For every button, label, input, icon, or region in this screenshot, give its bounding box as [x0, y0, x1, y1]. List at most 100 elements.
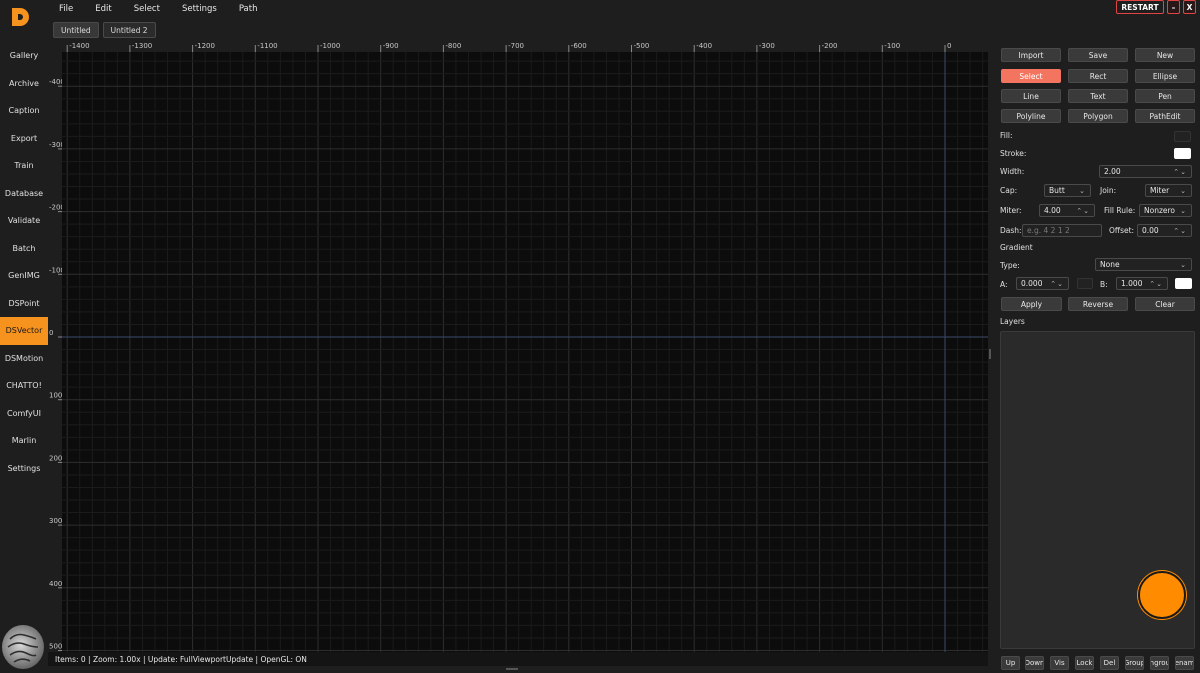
- gradient-type-select[interactable]: None ⌄: [1095, 258, 1192, 271]
- menu-edit[interactable]: Edit: [84, 0, 122, 18]
- resize-handle[interactable]: [506, 668, 518, 670]
- width-label: Width:: [1000, 167, 1025, 176]
- layer-lock-button[interactable]: Lock: [1075, 656, 1094, 670]
- gradient-type-label: Type:: [1000, 261, 1020, 270]
- polygon-tool-button[interactable]: Polygon: [1068, 109, 1128, 123]
- select-tool-button[interactable]: Select: [1001, 69, 1061, 83]
- layer-group-button[interactable]: Group: [1125, 656, 1144, 670]
- import-button[interactable]: Import: [1001, 48, 1061, 62]
- minimize-button[interactable]: –: [1167, 0, 1180, 14]
- polyline-tool-button[interactable]: Polyline: [1001, 109, 1061, 123]
- app-logo-icon: [12, 8, 29, 26]
- ruler-label: -400: [696, 42, 712, 50]
- width-value: 2.00: [1104, 167, 1121, 176]
- layer-ungroup-button[interactable]: Ungroup: [1150, 656, 1169, 670]
- sidebar-item-gallery[interactable]: Gallery: [0, 42, 48, 70]
- sidebar-item-archive[interactable]: Archive: [0, 70, 48, 98]
- sidebar-item-batch[interactable]: Batch: [0, 235, 48, 263]
- menu-settings[interactable]: Settings: [171, 0, 228, 18]
- gradient-a-spinbox[interactable]: 0.000 ⌃⌄: [1016, 277, 1069, 290]
- sidebar-item-export[interactable]: Export: [0, 125, 48, 153]
- gradient-b-color-swatch[interactable]: [1175, 278, 1192, 289]
- vector-canvas[interactable]: [62, 52, 988, 652]
- cap-select[interactable]: Butt ⌄: [1044, 184, 1091, 197]
- gradient-a-label: A:: [1000, 280, 1008, 289]
- pathedit-tool-button[interactable]: PathEdit: [1135, 109, 1195, 123]
- layer-down-button[interactable]: Down: [1025, 656, 1044, 670]
- rect-tool-button[interactable]: Rect: [1068, 69, 1128, 83]
- tab-untitled-2[interactable]: Untitled 2: [102, 22, 156, 38]
- sidebar-item-marlin[interactable]: Marlin: [0, 427, 48, 455]
- stroke-color-swatch[interactable]: [1174, 148, 1191, 159]
- layer-rename-button[interactable]: Rename: [1175, 656, 1194, 670]
- ruler-label: -1100: [257, 42, 277, 50]
- join-label: Join:: [1100, 186, 1117, 195]
- menu-file[interactable]: File: [48, 0, 84, 18]
- spin-arrows-icon: ⌃⌄: [1149, 279, 1163, 288]
- menu-path[interactable]: Path: [228, 0, 269, 18]
- ruler-label: -600: [571, 42, 587, 50]
- cap-value: Butt: [1049, 186, 1065, 195]
- pen-tool-button[interactable]: Pen: [1135, 89, 1195, 103]
- ruler-label: -400: [49, 78, 62, 86]
- gradient-reverse-button[interactable]: Reverse: [1068, 297, 1128, 311]
- menu-select[interactable]: Select: [123, 0, 171, 18]
- ruler-label: -1200: [195, 42, 215, 50]
- sidebar-item-dsmotion[interactable]: DSMotion: [0, 345, 48, 373]
- ruler-label: 0: [49, 329, 53, 337]
- fill-label: Fill:: [1000, 131, 1013, 140]
- dash-placeholder: e.g. 4 2 1 2: [1027, 226, 1070, 235]
- sidebar-item-validate[interactable]: Validate: [0, 207, 48, 235]
- gradient-clear-button[interactable]: Clear: [1135, 297, 1195, 311]
- panel-splitter[interactable]: [989, 349, 991, 359]
- new-button[interactable]: New: [1135, 48, 1195, 62]
- ruler-vertical: -400 -300 -200 -100 0 100 200 300 400 500: [49, 78, 62, 651]
- sidebar-item-train[interactable]: Train: [0, 152, 48, 180]
- restart-button[interactable]: RESTART: [1116, 0, 1164, 14]
- chevron-down-icon: ⌄: [1180, 260, 1187, 269]
- layer-visibility-button[interactable]: Vis: [1050, 656, 1069, 670]
- width-spinbox[interactable]: 2.00 ⌃⌄: [1099, 165, 1192, 178]
- dash-input[interactable]: e.g. 4 2 1 2: [1022, 224, 1102, 237]
- layer-up-button[interactable]: Up: [1001, 656, 1020, 670]
- sidebar-item-database[interactable]: Database: [0, 180, 48, 208]
- floating-action-button[interactable]: [1138, 571, 1186, 619]
- dash-label: Dash:: [1000, 226, 1022, 235]
- ruler-label: 100: [49, 392, 62, 400]
- join-select[interactable]: Miter ⌄: [1145, 184, 1192, 197]
- fill-rule-select[interactable]: Nonzero ⌄: [1139, 204, 1192, 217]
- sidebar-item-comfyui[interactable]: ComfyUI: [0, 400, 48, 428]
- chevron-down-icon: ⌄: [1180, 206, 1187, 215]
- avatar-texture-icon: [7, 633, 39, 663]
- ruler-label: -1000: [320, 42, 340, 50]
- ruler-label: -200: [822, 42, 838, 50]
- sidebar-item-settings[interactable]: Settings: [0, 455, 48, 483]
- text-tool-button[interactable]: Text: [1068, 89, 1128, 103]
- ellipse-tool-button[interactable]: Ellipse: [1135, 69, 1195, 83]
- sidebar-item-genimg[interactable]: GenIMG: [0, 262, 48, 290]
- gradient-b-value: 1.000: [1121, 279, 1143, 288]
- line-tool-button[interactable]: Line: [1001, 89, 1061, 103]
- sidebar-item-caption[interactable]: Caption: [0, 97, 48, 125]
- sidebar-item-dsvector[interactable]: DSVector: [0, 317, 48, 345]
- fill-color-swatch[interactable]: [1174, 131, 1191, 142]
- ruler-label: 200: [49, 454, 62, 462]
- sidebar-item-chatto[interactable]: CHATTO!: [0, 372, 48, 400]
- sidebar-item-dspoint[interactable]: DSPoint: [0, 290, 48, 318]
- avatar[interactable]: [2, 625, 44, 669]
- gradient-apply-button[interactable]: Apply: [1001, 297, 1062, 311]
- menu-bar: File Edit Select Settings Path: [48, 0, 269, 18]
- close-button[interactable]: X: [1183, 0, 1196, 14]
- gradient-b-spinbox[interactable]: 1.000 ⌃⌄: [1116, 277, 1168, 290]
- gradient-a-color-swatch[interactable]: [1077, 278, 1093, 289]
- tab-untitled[interactable]: Untitled: [53, 22, 99, 38]
- stroke-label: Stroke:: [1000, 149, 1027, 158]
- chevron-down-icon: ⌄: [1079, 186, 1086, 195]
- miter-spinbox[interactable]: 4.00 ⌃⌄: [1039, 204, 1095, 217]
- layer-delete-button[interactable]: Del: [1100, 656, 1119, 670]
- ruler-label: -900: [383, 42, 399, 50]
- ruler-label: -500: [634, 42, 650, 50]
- chevron-down-icon: ⌄: [1180, 186, 1187, 195]
- offset-spinbox[interactable]: 0.00 ⌃⌄: [1137, 224, 1192, 237]
- save-button[interactable]: Save: [1068, 48, 1128, 62]
